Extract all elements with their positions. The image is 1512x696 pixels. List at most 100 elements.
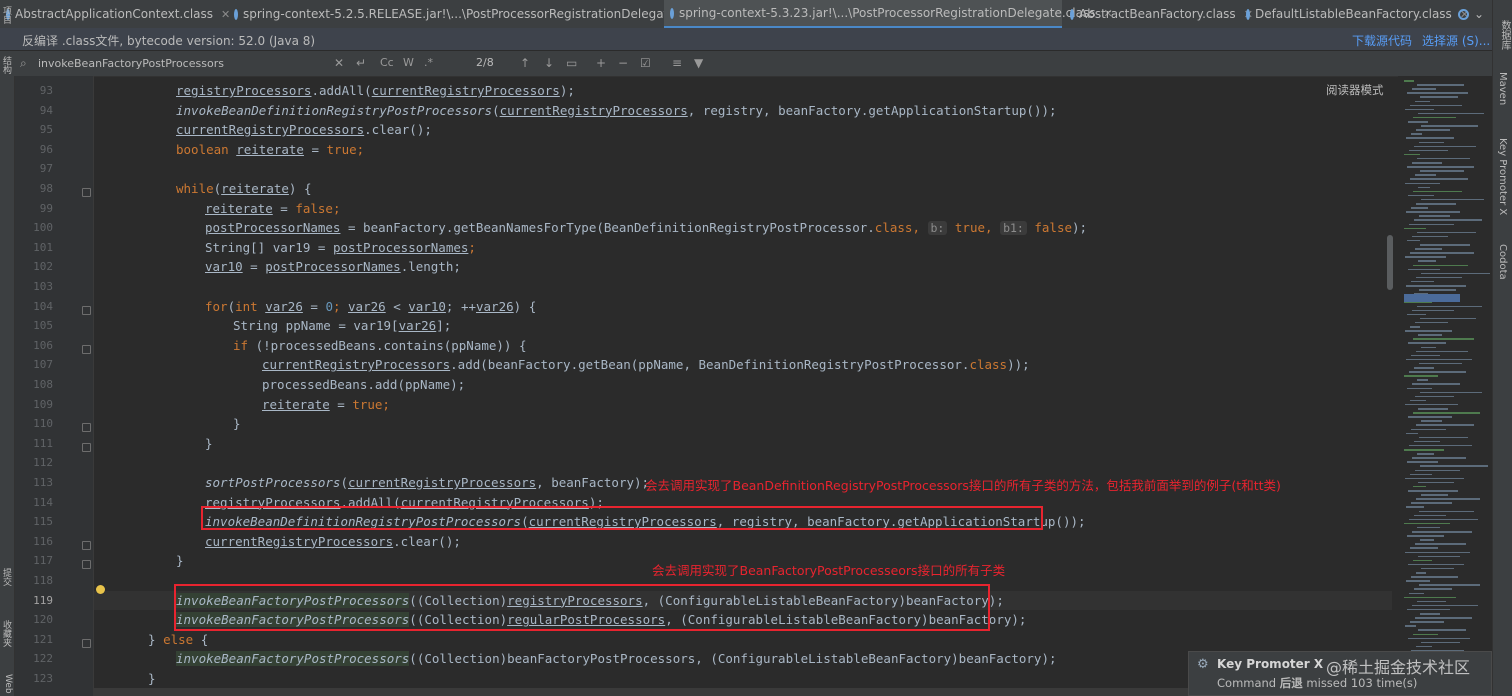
code-line[interactable]: } [176,551,184,571]
choose-sources-link[interactable]: 选择源 (S)... [1422,32,1490,49]
code-line[interactable]: String[] var19 = postProcessorNames; [205,238,476,258]
fold-marker-icon[interactable] [82,305,91,315]
maven-tool-label[interactable]: Maven [1497,72,1508,105]
key-promoter-tool-label[interactable]: Key Promoter X [1497,138,1508,215]
fold-marker-icon[interactable] [82,344,91,354]
code-line[interactable]: } [233,414,241,434]
minimap-line [1410,104,1462,107]
code-line[interactable]: reiterate = false; [205,199,340,219]
code-line[interactable]: processedBeans.add(ppName); [262,375,465,395]
vertical-scrollbar-thumb[interactable] [1387,235,1393,290]
project-tool-label[interactable]: 项目 [1,6,13,24]
tab-delegate-5-2-5[interactable]: spring-context-5.2.5.RELEASE.jar!\...\Po… [228,0,726,28]
minimap-viewport[interactable] [1404,294,1460,302]
minimap-line [1420,317,1476,320]
code-line[interactable]: } [148,669,156,688]
minimap-line [1413,412,1480,414]
match-case-icon[interactable]: Cc [380,56,394,69]
line-number: 101 [33,240,53,254]
code-line[interactable]: currentRegistryProcessors.clear(); [176,120,432,140]
code-line[interactable]: } else { [148,630,208,650]
annotation-factory-text: 会去调用实现了BeanFactoryPostProcesseors接口的所有子类 [652,563,1006,578]
add-occurrence-icon[interactable]: + [596,56,606,70]
fold-marker-icon[interactable] [82,423,91,433]
code-token: ); [559,83,575,98]
filter-options-icon[interactable]: ≡ [672,56,682,70]
code-line[interactable]: boolean reiterate = true; [176,140,364,160]
tab-default-listable-bean-factory[interactable]: DefaultListableBeanFactory.class ✕ [1240,0,1469,28]
line-number: 109 [33,397,53,411]
code-line[interactable]: currentRegistryProcessors.add(beanFactor… [262,355,1030,375]
code-line[interactable]: sortPostProcessors(currentRegistryProces… [205,473,649,493]
regex-icon[interactable]: .* [424,56,433,69]
tab-abstract-application-context[interactable]: AbstractApplicationContext.class ✕ [0,0,230,28]
minimap-line [1404,153,1420,156]
favorites-tool-label[interactable]: 收藏夹 [1,620,13,647]
code-token: postProcessorNames [205,220,341,236]
code-token: = beanFactory.getBeanNamesForType(BeanDe… [340,220,875,236]
select-all-occurrences-icon[interactable]: ▭ [566,56,577,70]
minimap-line [1418,555,1460,558]
new-line-icon[interactable]: ↵ [356,56,366,70]
code-token: String ppName = var19[ [233,318,399,334]
line-number: 116 [33,534,53,548]
next-match-icon[interactable]: ↓ [544,56,554,70]
commit-tool-label[interactable]: 提交 [1,568,13,586]
download-sources-link[interactable]: 下载源代码 [1352,32,1412,49]
code-line[interactable]: invokeBeanDefinitionRegistryPostProcesso… [176,101,1057,121]
code-minimap[interactable] [1398,76,1492,696]
code-token: var26 [476,298,514,314]
line-number: 102 [33,260,53,274]
fold-marker-icon[interactable] [82,188,91,197]
whole-words-icon[interactable]: W [403,56,414,69]
tab-abstract-bean-factory[interactable]: AbstractBeanFactory.class ✕ [1064,0,1253,28]
tab-label: DefaultListableBeanFactory.class [1255,7,1452,21]
lightbulb-icon[interactable] [96,585,105,594]
code-line[interactable]: if (!processedBeans.contains(ppName)) { [233,336,527,356]
code-line[interactable]: invokeBeanFactoryPostProcessors((Collect… [176,649,1057,669]
code-token: reiterate [205,200,273,216]
search-input[interactable] [14,53,344,73]
code-line[interactable]: } [205,434,213,454]
code-line[interactable]: var10 = postProcessorNames.length; [205,257,461,277]
fold-marker-icon[interactable] [82,638,91,648]
code-line[interactable]: registryProcessors.addAll(currentRegistr… [176,81,575,101]
reader-mode-toggle[interactable]: 阅读器模式 [1326,82,1384,98]
minimap-line [1409,444,1472,447]
remove-occurrence-icon[interactable]: − [618,56,628,70]
tab-delegate-5-3-23[interactable]: spring-context-5.3.23.jar!\...\PostProce… [664,0,1113,28]
code-token: = [303,141,327,157]
codota-tool-label[interactable]: Codota [1497,244,1508,280]
code-line[interactable]: currentRegistryProcessors.clear(); [205,532,461,552]
minimap-line [1407,166,1474,168]
code-line[interactable]: String ppName = var19[var26]; [233,316,451,336]
code-line[interactable]: postProcessorNames = beanFactory.getBean… [205,218,1087,238]
code-line[interactable]: reiterate = true; [262,395,390,415]
code-line[interactable]: while(reiterate) { [176,179,311,199]
chevron-down-icon[interactable]: ⌄ [1474,7,1484,21]
line-number: 97 [39,162,53,176]
code-token: false [295,200,333,216]
minimap-line [1418,186,1430,189]
minimap-line [1405,330,1452,332]
filter-icon[interactable]: ▼ [694,56,703,70]
clear-icon[interactable]: ✕ [334,56,344,70]
minimap-line [1411,207,1428,209]
line-number: 96 [39,142,53,156]
line-number: 103 [33,280,53,293]
fold-marker-icon[interactable] [82,560,91,570]
more-tabs-button[interactable]: ⌄ [1452,0,1490,28]
minimap-line [1405,403,1458,406]
structure-tool-label[interactable]: 结构 [1,56,13,74]
fold-marker-icon[interactable] [82,442,91,452]
web-tool-label[interactable]: Web [1,674,13,694]
minimap-line [1404,227,1426,230]
code-line[interactable]: for(int var26 = 0; var26 < var10; ++var2… [205,297,536,317]
code-token: int [235,298,258,314]
previous-match-icon[interactable]: ↑ [520,56,530,70]
database-tool-label[interactable]: 数据库 [1497,20,1512,50]
code-token: var26 [398,318,437,334]
select-all-icon[interactable]: ☑ [640,56,651,70]
minimap-line [1421,346,1436,348]
fold-marker-icon[interactable] [82,540,91,550]
